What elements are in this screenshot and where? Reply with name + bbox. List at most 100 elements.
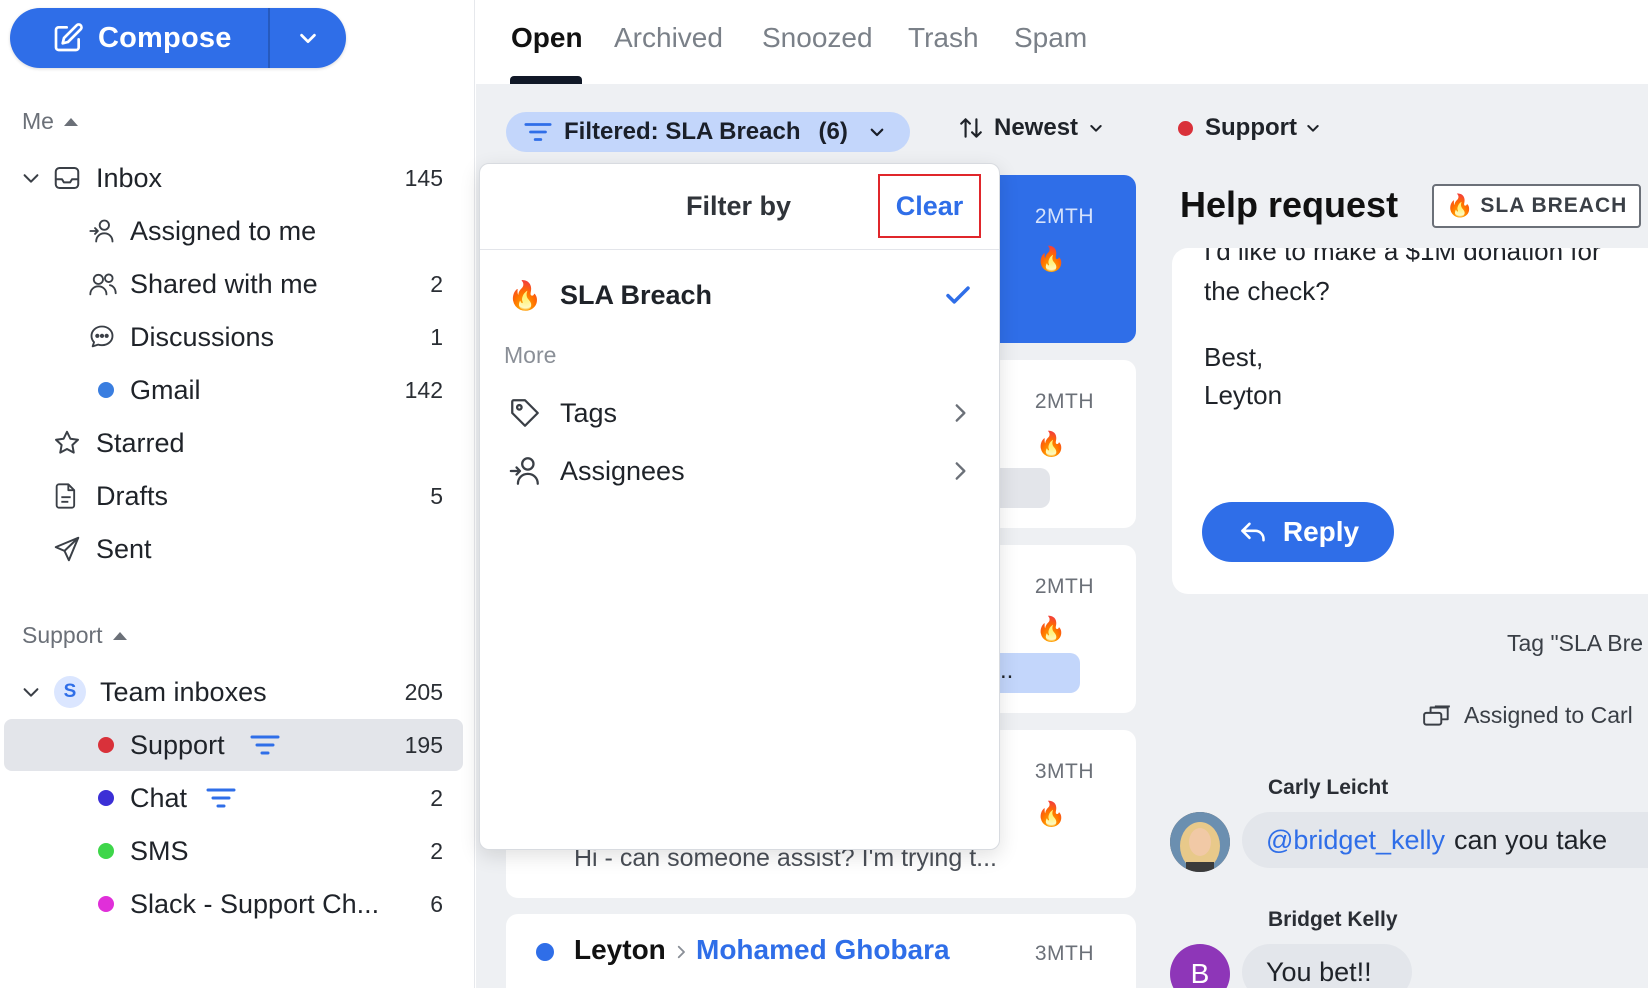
sidebar-item-label: Sent: [96, 533, 152, 564]
sidebar-item-count: 2: [430, 837, 443, 864]
filter-count: (6): [818, 118, 848, 145]
filter-icon: [524, 123, 552, 141]
reply-arrow-icon: [1241, 522, 1265, 542]
avatar: [1170, 812, 1230, 872]
tab-active-indicator: [510, 76, 582, 84]
divider: [480, 249, 999, 250]
badge-label: SLA BREACH: [1480, 194, 1628, 217]
sidebar-item-label: Discussions: [130, 321, 275, 352]
sidebar-item-label: Team inboxes: [100, 676, 267, 707]
users-icon: [88, 270, 118, 298]
sidebar-item-assigned-to-me[interactable]: Assigned to me: [0, 205, 463, 257]
filter-option-assignees[interactable]: Assignees: [480, 444, 999, 498]
chat-bubble-icon: [88, 323, 116, 351]
document-icon: [52, 481, 80, 511]
reply-label: Reply: [1282, 516, 1360, 547]
clear-filter-button[interactable]: Clear: [878, 174, 981, 238]
sidebar-item-inbox[interactable]: Inbox 145: [0, 152, 463, 204]
sort-dropdown[interactable]: Newest: [958, 114, 1104, 142]
sidebar-item-gmail[interactable]: Gmail 142: [0, 364, 463, 416]
sidebar-item-starred[interactable]: Starred: [0, 417, 463, 469]
conversation-card[interactable]: Leyton Mohamed Ghobara 3MTH: [506, 914, 1136, 988]
filter-dropdown: Filter by Clear 🔥 SLA Breach More Tags A…: [479, 163, 1000, 850]
status-dot: [98, 790, 114, 806]
sidebar-item-support[interactable]: Support 195: [4, 719, 463, 771]
compose-button-group: Compose: [10, 8, 346, 68]
sidebar-item-label: Shared with me: [130, 268, 318, 299]
sidebar-item-team-inboxes[interactable]: S Team inboxes 205: [0, 666, 463, 718]
section-me[interactable]: Me: [22, 108, 78, 135]
sidebar-item-count: 145: [404, 164, 443, 191]
conversation-title: Help request: [1180, 184, 1399, 225]
compose-dropdown-button[interactable]: [270, 8, 346, 68]
filter-option-label: SLA Breach: [560, 279, 713, 310]
caret-up-icon: [63, 117, 78, 126]
more-section-label: More: [504, 342, 557, 368]
sort-arrows-icon: [960, 118, 982, 138]
chevron-right-icon: [677, 945, 685, 959]
mention-link[interactable]: @bridget_kelly: [1266, 825, 1445, 856]
caret-up-icon: [112, 631, 127, 640]
sidebar-item-label: Gmail: [130, 374, 201, 405]
chevron-down-icon: [870, 128, 884, 137]
unread-dot: [536, 943, 554, 961]
checkmark-icon: [946, 286, 970, 304]
tab-archived[interactable]: Archived: [614, 22, 723, 54]
filter-option-tags[interactable]: Tags: [480, 386, 999, 440]
filter-option-label: Assignees: [560, 455, 685, 486]
sidebar-item-label: Support: [130, 729, 225, 760]
sidebar-item-count: 195: [404, 731, 443, 758]
conversation-to: Mohamed Ghobara: [696, 934, 950, 965]
tab-open[interactable]: Open: [511, 22, 583, 54]
compose-icon: [54, 23, 83, 52]
section-support[interactable]: Support: [22, 622, 127, 649]
status-dot: [98, 382, 114, 398]
sidebar-item-count: 205: [404, 678, 443, 705]
message-line: Leyton: [1204, 380, 1283, 410]
conversation-time: 3MTH: [1034, 760, 1094, 783]
sidebar-item-sms[interactable]: SMS 2: [0, 825, 463, 877]
inbox-dropdown[interactable]: Support: [1178, 114, 1321, 142]
sidebar-item-drafts[interactable]: Drafts 5: [0, 470, 463, 522]
send-icon: [52, 534, 82, 564]
comment-bubble: @bridget_kelly can you take: [1242, 812, 1648, 868]
status-dot: [1178, 120, 1193, 136]
inbox-label: Support: [1205, 114, 1297, 141]
sidebar-item-count: 2: [430, 784, 443, 811]
fire-icon: 🔥: [1036, 431, 1066, 458]
filter-option-sla-breach[interactable]: 🔥 SLA Breach: [480, 268, 999, 322]
filter-pill[interactable]: Filtered: SLA Breach (6): [506, 112, 910, 152]
tab-snoozed[interactable]: Snoozed: [762, 22, 873, 54]
comment-bubble: You bet!!: [1242, 944, 1412, 988]
dropdown-title: Filter by: [686, 191, 792, 221]
section-support-label: Support: [22, 622, 103, 648]
sidebar-item-shared-with-me[interactable]: Shared with me 2: [0, 258, 463, 310]
sidebar-item-chat[interactable]: Chat 2: [0, 772, 463, 824]
fire-icon: 🔥: [1036, 801, 1066, 828]
reply-button[interactable]: Reply: [1202, 502, 1394, 562]
conversation-from: Leyton: [574, 934, 666, 965]
filter-label: Filtered: SLA Breach: [564, 118, 801, 145]
sidebar-item-label: Drafts: [96, 480, 169, 511]
conversation-time: 2MTH: [1034, 390, 1094, 413]
sidebar-item-count: 6: [430, 890, 443, 917]
fire-icon: 🔥: [507, 279, 543, 311]
sidebar-item-count: 5: [430, 482, 443, 509]
chevron-down-icon[interactable]: [20, 167, 42, 189]
team-avatar: S: [54, 676, 86, 708]
compose-button[interactable]: Compose: [10, 8, 268, 68]
sidebar-item-label: Slack - Support Ch...: [130, 888, 380, 919]
comment-text: You bet!!: [1266, 956, 1372, 987]
comment-text: can you take: [1454, 824, 1608, 855]
chevron-right-icon: [955, 404, 966, 422]
assign-icon: [1423, 705, 1450, 726]
sidebar-item-discussions[interactable]: Discussions 1: [0, 311, 463, 363]
tab-spam[interactable]: Spam: [1014, 22, 1087, 54]
tab-trash[interactable]: Trash: [908, 22, 979, 54]
sidebar-item-slack[interactable]: Slack - Support Ch... 6: [0, 878, 463, 930]
chevron-down-icon[interactable]: [20, 681, 42, 703]
sidebar-item-sent[interactable]: Sent: [0, 523, 463, 575]
message-card: I'd like to make a $1M donation for the …: [1172, 248, 1648, 594]
section-me-label: Me: [22, 108, 54, 134]
conversation-time: 2MTH: [1034, 205, 1094, 228]
